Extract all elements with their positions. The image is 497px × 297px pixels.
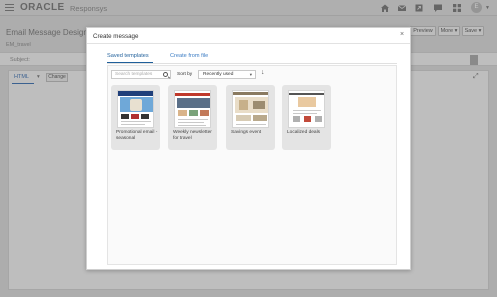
template-card-savings-event[interactable]: Savings event <box>226 85 275 150</box>
search-icon[interactable] <box>163 72 168 77</box>
tab-create-from-file[interactable]: Create from file <box>170 53 208 59</box>
sort-label: Sort by <box>177 72 193 77</box>
sort-select[interactable]: Recently used ▾ <box>198 70 256 79</box>
active-tab-indicator <box>107 62 153 64</box>
sort-direction-icon[interactable]: ↓ <box>261 69 265 76</box>
template-card-promotional[interactable]: Promotional email - seasonal <box>111 85 160 150</box>
template-label: Savings event <box>231 130 262 135</box>
template-card-newsletter[interactable]: Weekly newsletter for travel <box>168 85 217 150</box>
template-card-localized-deals[interactable]: Localized deals <box>282 85 331 150</box>
divider <box>87 43 410 44</box>
create-message-dialog: Create message × Saved templates Create … <box>86 27 411 270</box>
template-thumbnail <box>232 90 269 128</box>
template-label: Promotional email - seasonal <box>116 130 158 141</box>
dialog-title: Create message <box>93 33 139 40</box>
template-thumbnail <box>117 90 154 128</box>
search-placeholder: Search templates <box>115 72 153 77</box>
sort-selected-value: Recently used <box>203 72 234 78</box>
chevron-down-icon: ▾ <box>249 72 252 77</box>
search-input[interactable]: Search templates <box>111 70 171 79</box>
tab-saved-templates[interactable]: Saved templates <box>107 53 149 59</box>
template-label: Weekly newsletter for travel <box>173 130 212 141</box>
close-icon[interactable]: × <box>400 31 404 38</box>
template-label: Localized deals <box>287 130 321 135</box>
template-thumbnail <box>288 90 325 128</box>
template-thumbnail <box>174 90 211 128</box>
